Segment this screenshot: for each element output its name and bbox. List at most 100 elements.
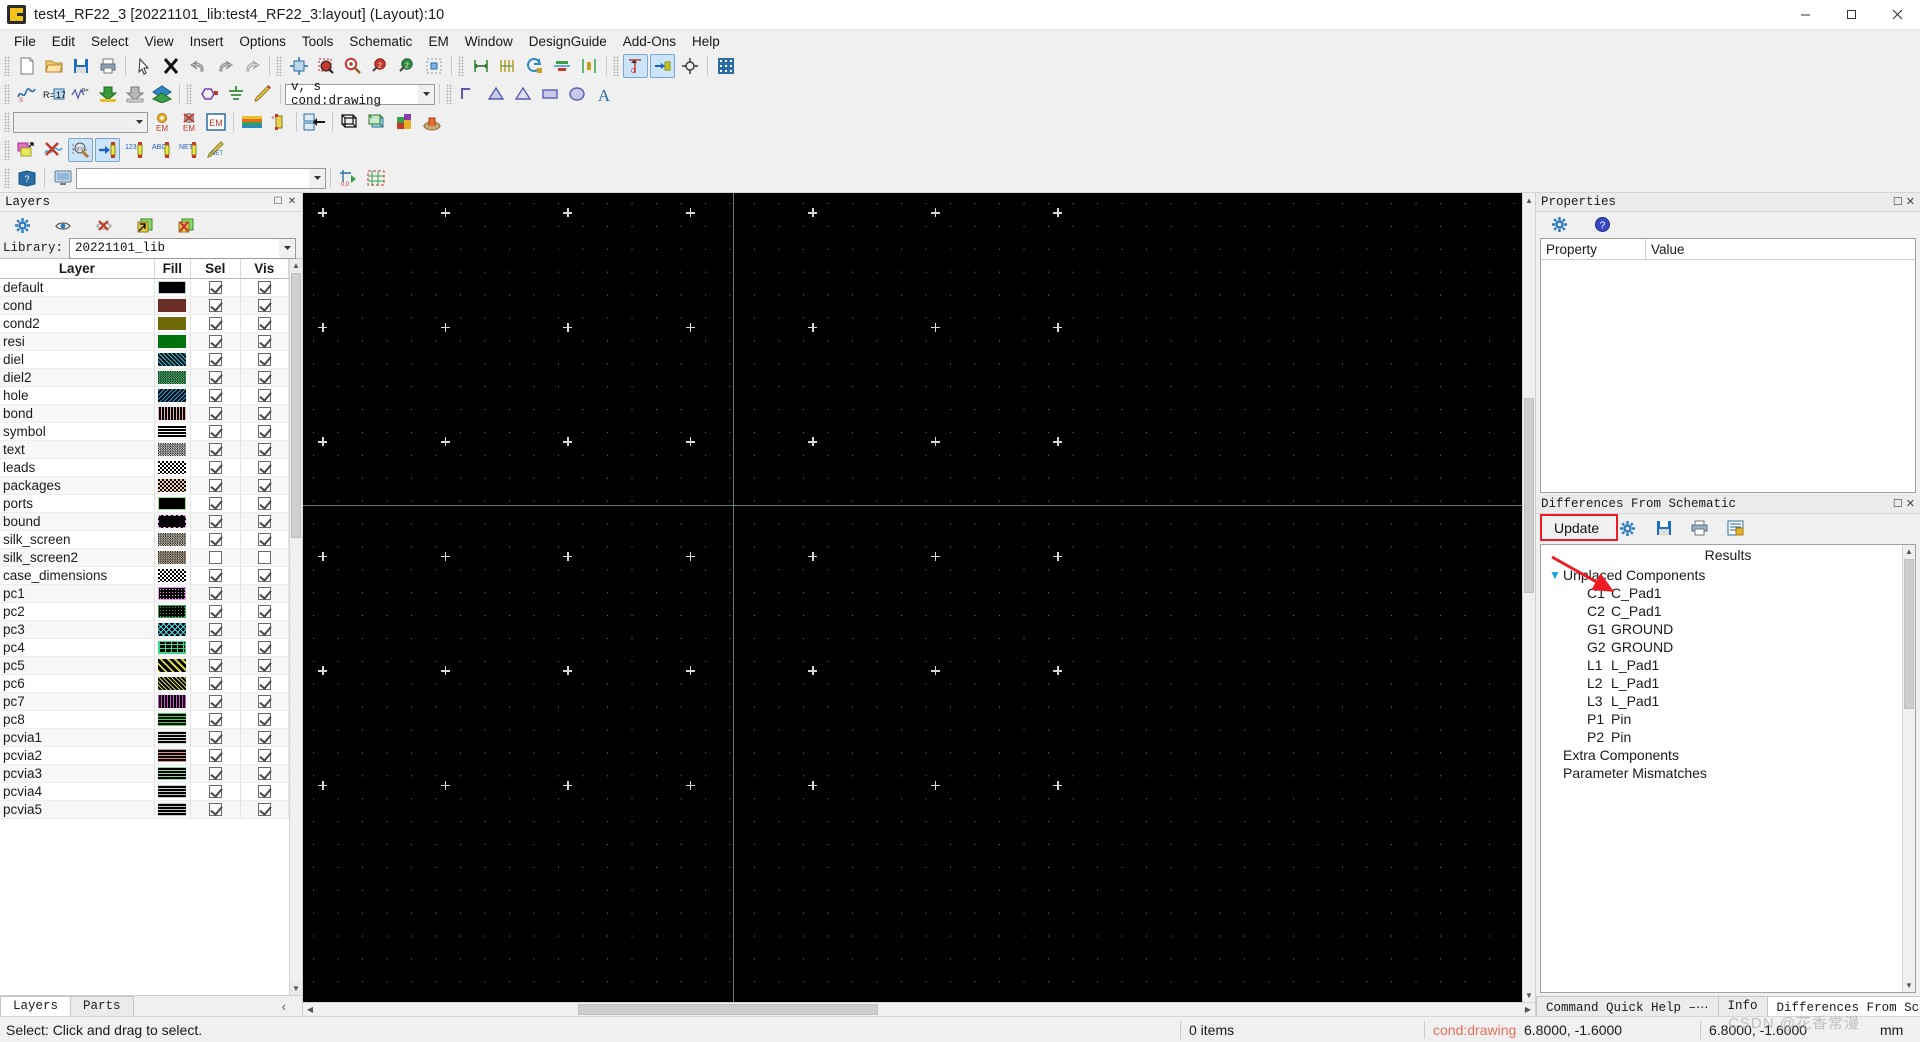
- zoom-in-icon[interactable]: [340, 54, 365, 78]
- layer-select-combo[interactable]: v, s cond:drawing: [285, 80, 435, 108]
- layer-sel-checkbox[interactable]: [190, 440, 241, 459]
- layer-row[interactable]: pcvia4: [0, 782, 289, 801]
- layer-row[interactable]: text: [0, 440, 289, 459]
- open-folder-icon[interactable]: [41, 54, 66, 78]
- layer-row[interactable]: default: [0, 278, 289, 297]
- chevron-down-icon[interactable]: [309, 168, 325, 188]
- toolbar-grip[interactable]: [4, 112, 10, 132]
- substrate-editor-icon[interactable]: [239, 110, 264, 134]
- layer-sel-checkbox[interactable]: [190, 458, 241, 477]
- layer-fill-swatch[interactable]: [154, 476, 191, 495]
- layer-vis-checkbox[interactable]: [240, 530, 289, 549]
- delete-x-icon[interactable]: [158, 54, 183, 78]
- layer-sel-checkbox[interactable]: [190, 584, 241, 603]
- layer-row[interactable]: silk_screen: [0, 530, 289, 549]
- close-icon[interactable]: ✕: [286, 196, 298, 208]
- layer-fill-swatch[interactable]: [154, 458, 191, 477]
- layer-vis-checkbox[interactable]: [240, 656, 289, 675]
- tab-parts[interactable]: Parts: [70, 996, 134, 1016]
- circle-icon[interactable]: [564, 82, 589, 106]
- export-icon[interactable]: [1723, 516, 1748, 540]
- layer-fill-swatch[interactable]: [154, 440, 191, 459]
- resistor-calc-icon[interactable]: R= 17: [41, 82, 66, 106]
- chevron-down-icon[interactable]: [131, 112, 147, 132]
- layer-vis-checkbox[interactable]: [240, 458, 289, 477]
- toolbar-grip[interactable]: [186, 84, 192, 104]
- help-book-icon[interactable]: ?: [14, 166, 39, 190]
- layer-sel-checkbox[interactable]: [190, 674, 241, 693]
- differences-tree-panel[interactable]: Results ▼ Unplaced Components C1 C_Pad1 C2 C_…: [1540, 544, 1916, 993]
- layer-vis-checkbox[interactable]: [240, 710, 289, 729]
- layer-row[interactable]: pc3: [0, 620, 289, 639]
- layer-sel-checkbox[interactable]: [190, 332, 241, 351]
- tree-item[interactable]: G1 GROUND: [1547, 620, 1915, 638]
- snap-grid-icon[interactable]: [363, 166, 388, 190]
- tab-command-quick-help[interactable]: Command Quick Help –⋯: [1536, 996, 1719, 1016]
- layer-fill-swatch[interactable]: [154, 422, 191, 441]
- layer-vis-checkbox[interactable]: [240, 314, 289, 333]
- tree-item[interactable]: P1 Pin: [1547, 710, 1915, 728]
- layer-sel-checkbox[interactable]: [190, 728, 241, 747]
- close-button[interactable]: [1874, 0, 1920, 30]
- layer-vis-checkbox[interactable]: [240, 440, 289, 459]
- chevron-down-icon[interactable]: ▼: [1547, 568, 1563, 582]
- port-editor-icon[interactable]: +: [266, 110, 291, 134]
- minimize-button[interactable]: [1782, 0, 1828, 30]
- layer-vis-checkbox[interactable]: [240, 476, 289, 495]
- layer-vis-checkbox[interactable]: [240, 800, 289, 819]
- redo-all-icon[interactable]: [239, 54, 264, 78]
- layer-row[interactable]: bound: [0, 512, 289, 531]
- layers-table-scroll[interactable]: Layer Fill Sel Vis default cond cond2 resi d…: [0, 259, 289, 995]
- layer-sel-checkbox[interactable]: [190, 548, 241, 567]
- tab-layers[interactable]: Layers: [0, 996, 72, 1016]
- layers-vertical-scrollbar[interactable]: ▲ ▼: [289, 259, 302, 995]
- 3d-wire-icon[interactable]: [338, 110, 363, 134]
- layer-fill-swatch[interactable]: [154, 386, 191, 405]
- tree-item[interactable]: L2 L_Pad1: [1547, 674, 1915, 692]
- rectangle-icon[interactable]: [537, 82, 562, 106]
- layer-fill-swatch[interactable]: [154, 350, 191, 369]
- path-icon[interactable]: [510, 82, 535, 106]
- grid-toggle-icon[interactable]: [713, 54, 738, 78]
- layer-row[interactable]: symbol: [0, 422, 289, 441]
- tree-group[interactable]: Extra Components: [1547, 746, 1915, 764]
- print-icon[interactable]: [1687, 516, 1712, 540]
- zoom-area-icon[interactable]: [313, 54, 338, 78]
- layer-fill-swatch[interactable]: [154, 548, 191, 567]
- layer-vis-checkbox[interactable]: [240, 548, 289, 567]
- menu-options[interactable]: Options: [231, 32, 294, 51]
- layer-row[interactable]: cond2: [0, 314, 289, 333]
- layout-canvas[interactable]: [303, 193, 1522, 1002]
- layer-fill-swatch[interactable]: [154, 674, 191, 693]
- layer-fill-swatch[interactable]: [154, 296, 191, 315]
- layer-sel-checkbox[interactable]: [190, 278, 241, 297]
- save-icon[interactable]: [1651, 516, 1676, 540]
- layer-sel-checkbox[interactable]: [190, 296, 241, 315]
- layer-vis-checkbox[interactable]: [240, 566, 289, 585]
- layer-vis-checkbox[interactable]: [240, 692, 289, 711]
- menu-tools[interactable]: Tools: [294, 32, 342, 51]
- zoom-fit-icon[interactable]: [286, 54, 311, 78]
- em-model-icon[interactable]: [302, 110, 327, 134]
- layer-row[interactable]: hole: [0, 386, 289, 405]
- via-up-icon[interactable]: [122, 82, 147, 106]
- menu-addons[interactable]: Add-Ons: [615, 32, 684, 51]
- layer-row[interactable]: pc7: [0, 692, 289, 711]
- close-icon[interactable]: ✕: [1906, 195, 1915, 209]
- float-icon[interactable]: ☐: [272, 196, 284, 208]
- layer-vis-checkbox[interactable]: [240, 602, 289, 621]
- layer-sel-checkbox[interactable]: [190, 476, 241, 495]
- layer-sel-checkbox[interactable]: [190, 404, 241, 423]
- layer-row[interactable]: diel2: [0, 368, 289, 387]
- float-icon[interactable]: ☐: [1893, 195, 1903, 209]
- layer-row[interactable]: pc1: [0, 584, 289, 603]
- layer-vis-checkbox[interactable]: [240, 728, 289, 747]
- save-icon[interactable]: [68, 54, 93, 78]
- scroll-down-icon[interactable]: ▼: [1903, 979, 1915, 992]
- substrate-icon[interactable]: [149, 82, 174, 106]
- layer-copy-icon[interactable]: [14, 138, 39, 162]
- canvas-horizontal-scrollbar[interactable]: ◀ ▶: [303, 1002, 1535, 1016]
- net-name-icon[interactable]: NET: [176, 138, 201, 162]
- layer-row[interactable]: pc4: [0, 638, 289, 657]
- tree-item[interactable]: L3 L_Pad1: [1547, 692, 1915, 710]
